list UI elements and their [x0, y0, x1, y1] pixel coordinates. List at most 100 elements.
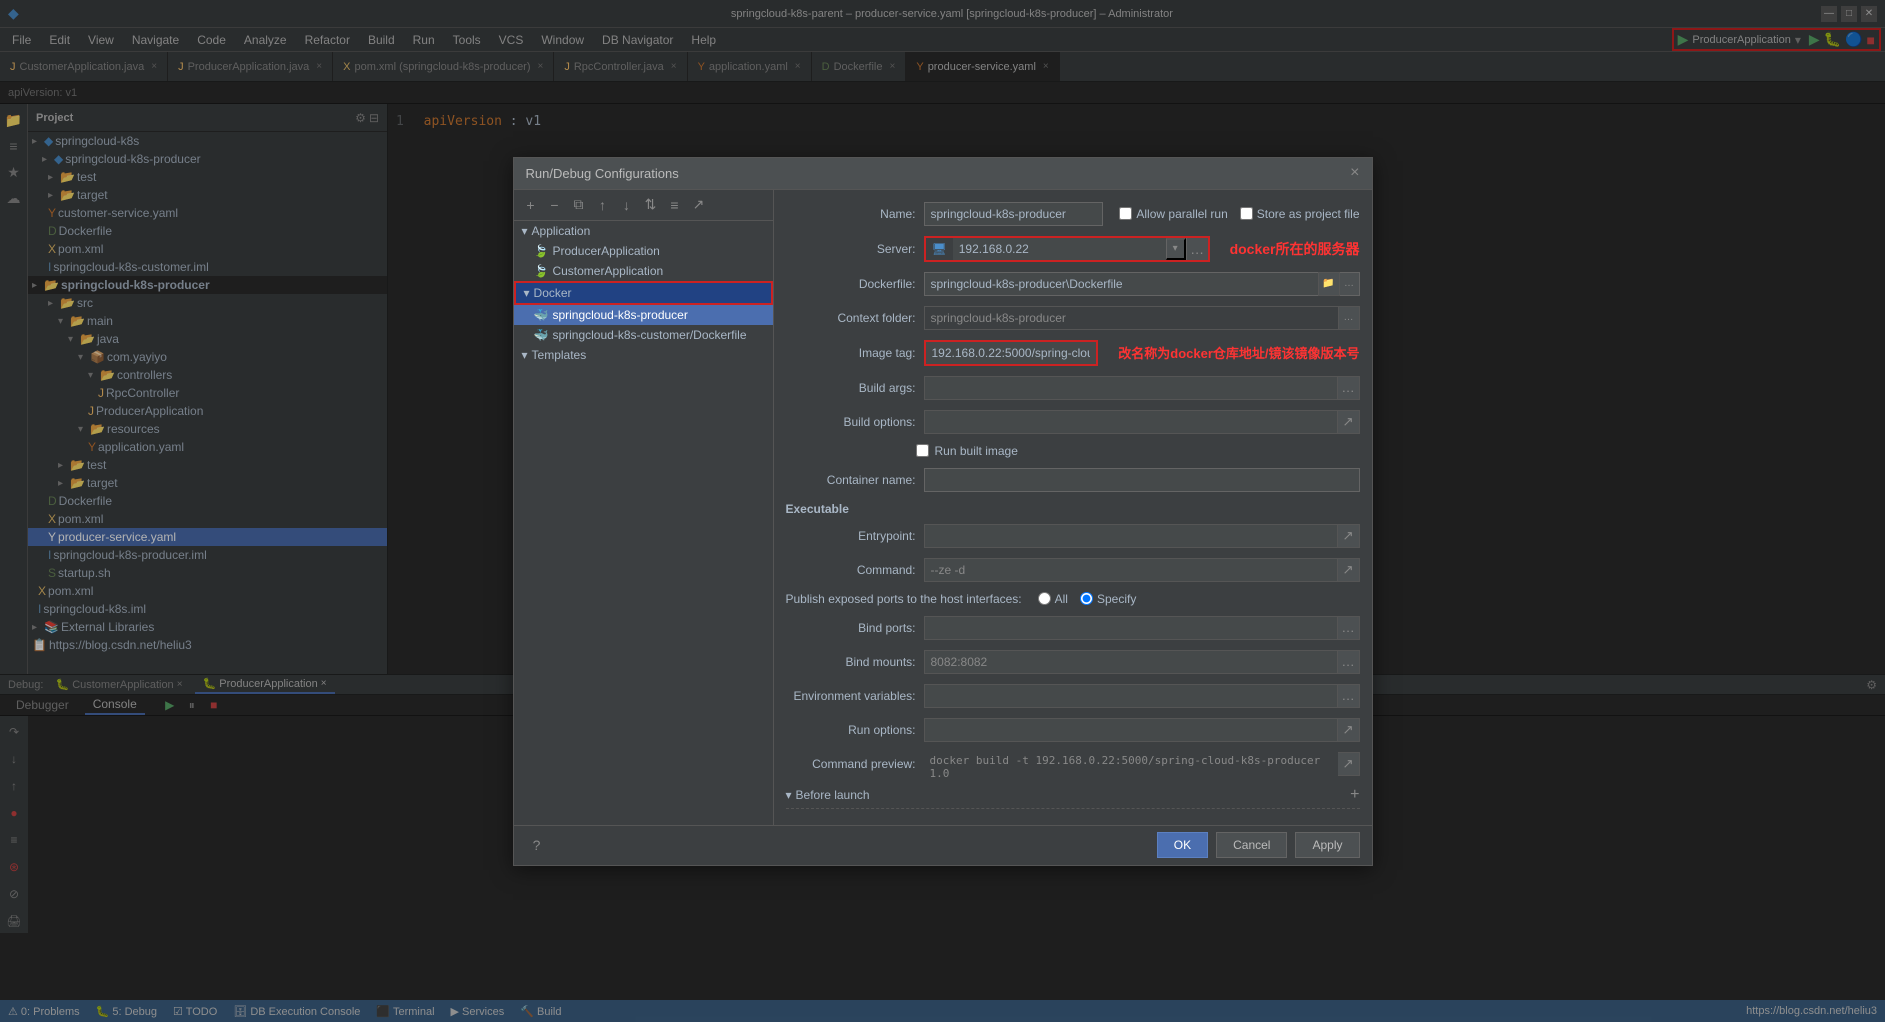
config-springcloud-customer[interactable]: 🐳 springcloud-k8s-customer/Dockerfile — [514, 325, 773, 345]
config-group-templates[interactable]: ▾ Templates — [514, 345, 773, 365]
command-browse[interactable]: ↗ — [1338, 558, 1360, 582]
build-options-input[interactable] — [924, 410, 1338, 434]
config-springcloud-producer[interactable]: 🐳 springcloud-k8s-producer — [514, 305, 773, 325]
build-options-browse[interactable]: ↗ — [1338, 410, 1360, 434]
ok-button[interactable]: OK — [1157, 832, 1208, 858]
config-group-docker[interactable]: ▾ Docker — [514, 281, 773, 305]
app-arrow: ▾ — [522, 224, 528, 238]
bind-ports-browse[interactable]: … — [1338, 616, 1360, 640]
allow-parallel-checkbox[interactable]: Allow parallel run — [1119, 207, 1227, 221]
image-tag-input[interactable] — [924, 340, 1099, 366]
dockerfile-input[interactable] — [924, 272, 1318, 296]
dialog-config-tree: + − ⧉ ↑ ↓ ⇅ ≡ ↗ ▾ Application 🍃 Producer… — [514, 190, 774, 825]
bind-mounts-row: Bind mounts: … — [786, 650, 1360, 674]
dialog-help: ? — [526, 834, 548, 856]
ports-label: Publish exposed ports to the host interf… — [786, 592, 1022, 606]
context-browse-btn[interactable]: … — [1338, 306, 1360, 330]
dialog-form: Name: Allow parallel run Store as projec… — [774, 190, 1372, 825]
move-up-button[interactable]: ↑ — [592, 194, 614, 216]
config-group-application[interactable]: ▾ Application — [514, 221, 773, 241]
command-preview-label: Command preview: — [786, 757, 916, 771]
command-input[interactable] — [924, 558, 1338, 582]
container-name-row: Container name: — [786, 468, 1360, 492]
bind-mounts-browse[interactable]: … — [1338, 650, 1360, 674]
container-name-input[interactable] — [924, 468, 1360, 492]
docker-arrow: ▾ — [524, 286, 530, 300]
server-more-btn[interactable]: … — [1186, 238, 1208, 260]
name-row: Name: Allow parallel run Store as projec… — [786, 202, 1360, 226]
ports-specify-radio[interactable] — [1080, 592, 1093, 605]
entrypoint-browse[interactable]: ↗ — [1338, 524, 1360, 548]
cancel-button[interactable]: Cancel — [1216, 832, 1287, 858]
server-arrow-btn[interactable]: ▾ — [1166, 238, 1186, 260]
store-project-check[interactable] — [1240, 207, 1253, 220]
image-tag-label: Image tag: — [786, 346, 916, 360]
store-project-checkbox[interactable]: Store as project file — [1240, 207, 1360, 221]
command-preview-expand[interactable]: ↗ — [1338, 752, 1360, 776]
move-down-button[interactable]: ↓ — [616, 194, 638, 216]
dialog-footer: ? OK Cancel Apply — [514, 825, 1372, 865]
env-vars-input[interactable] — [924, 684, 1338, 708]
apply-button[interactable]: Apply — [1295, 832, 1359, 858]
dockerfile-browse-folder[interactable]: 📁 — [1318, 272, 1340, 296]
bind-mounts-label: Bind mounts: — [786, 655, 916, 669]
run-built-checkbox[interactable] — [916, 444, 929, 457]
entrypoint-label: Entrypoint: — [786, 529, 916, 543]
env-vars-browse[interactable]: … — [1338, 684, 1360, 708]
ports-specify-text: Specify — [1097, 592, 1136, 606]
copy-config-button[interactable]: ⧉ — [568, 194, 590, 216]
build-args-browse[interactable]: … — [1338, 376, 1360, 400]
config-springcloud-producer-label: springcloud-k8s-producer — [552, 308, 687, 322]
config-customer-app-label: CustomerApplication — [552, 264, 663, 278]
config-springcloud-customer-label: springcloud-k8s-customer/Dockerfile — [552, 328, 746, 342]
build-args-input[interactable] — [924, 376, 1338, 400]
dockerfile-browse-btn[interactable]: … — [1340, 272, 1360, 296]
before-launch-add[interactable]: + — [1350, 786, 1359, 804]
add-config-button[interactable]: + — [520, 194, 542, 216]
filter-button[interactable]: ≡ — [664, 194, 686, 216]
config-customer-app[interactable]: 🍃 CustomerApplication — [514, 261, 773, 281]
spring-boot-icon2: 🍃 — [534, 264, 549, 278]
dialog-title-bar: Run/Debug Configurations × — [514, 158, 1372, 190]
bind-ports-input[interactable] — [924, 616, 1338, 640]
config-producer-app[interactable]: 🍃 ProducerApplication — [514, 241, 773, 261]
dialog-overlay: Run/Debug Configurations × + − ⧉ ↑ ↓ ⇅ ≡… — [0, 0, 1885, 1022]
dialog-close-button[interactable]: × — [1350, 164, 1359, 182]
run-options-browse[interactable]: ↗ — [1338, 718, 1360, 742]
remove-config-button[interactable]: − — [544, 194, 566, 216]
run-options-label: Run options: — [786, 723, 916, 737]
bind-ports-label: Bind ports: — [786, 621, 916, 635]
run-options-row: Run options: ↗ — [786, 718, 1360, 742]
spring-boot-icon1: 🍃 — [534, 244, 549, 258]
before-launch-section[interactable]: ▾ Before launch + — [786, 786, 1360, 804]
sort-button[interactable]: ⇅ — [640, 194, 662, 216]
build-args-row: Build args: … — [786, 376, 1360, 400]
bind-ports-row: Bind ports: … — [786, 616, 1360, 640]
context-row: Context folder: … — [786, 306, 1360, 330]
store-project-label: Store as project file — [1257, 207, 1360, 221]
allow-parallel-check[interactable] — [1119, 207, 1132, 220]
executable-section: Executable — [786, 502, 1360, 516]
help-button[interactable]: ? — [526, 834, 548, 856]
server-input[interactable] — [953, 238, 1166, 260]
ports-all-radio[interactable] — [1038, 592, 1051, 605]
context-input[interactable] — [924, 306, 1338, 330]
context-label: Context folder: — [786, 311, 916, 325]
command-row: Command: ↗ — [786, 558, 1360, 582]
config-producer-app-label: ProducerApplication — [552, 244, 659, 258]
ports-all-radio-label[interactable]: All — [1038, 592, 1068, 606]
bind-mounts-input[interactable] — [924, 650, 1338, 674]
ports-row: Publish exposed ports to the host interf… — [786, 592, 1360, 606]
entrypoint-row: Entrypoint: ↗ — [786, 524, 1360, 548]
context-combo: … — [924, 306, 1360, 330]
entrypoint-input[interactable] — [924, 524, 1338, 548]
dialog-body: + − ⧉ ↑ ↓ ⇅ ≡ ↗ ▾ Application 🍃 Producer… — [514, 190, 1372, 825]
ports-specify-radio-label[interactable]: Specify — [1080, 592, 1136, 606]
run-built-label: Run built image — [935, 444, 1018, 458]
run-options-input[interactable] — [924, 718, 1338, 742]
name-input[interactable] — [924, 202, 1104, 226]
server-combo[interactable]: 🖥 ▾ … — [924, 236, 1210, 262]
open-button[interactable]: ↗ — [688, 194, 710, 216]
dialog-title: Run/Debug Configurations — [526, 166, 679, 181]
dockerfile-label: Dockerfile: — [786, 277, 916, 291]
